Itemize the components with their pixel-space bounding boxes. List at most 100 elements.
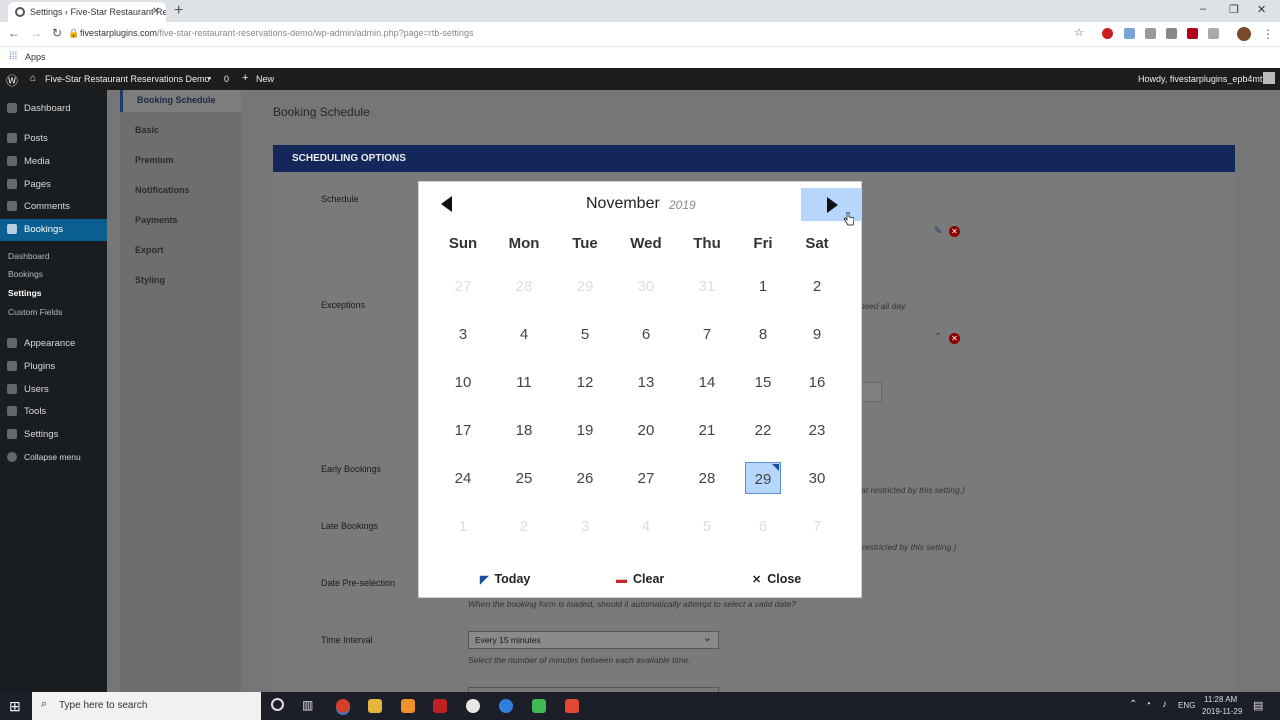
sidebar-item-pages[interactable]: Pages [0, 174, 107, 196]
network-icon[interactable]: ◔ [1145, 699, 1151, 710]
submenu-custom-fields[interactable]: Custom Fields [8, 307, 62, 317]
close-button[interactable]: ✕ Close [752, 572, 801, 586]
calendar-day[interactable]: 4 [506, 318, 542, 350]
camtasia-icon[interactable] [532, 699, 546, 713]
sidebar-item-plugins[interactable]: Plugins [0, 356, 107, 378]
slack-icon[interactable] [466, 699, 480, 713]
sublime-text-icon[interactable] [401, 699, 415, 713]
close-window-button[interactable]: ✕ [1257, 3, 1266, 16]
url-field[interactable]: fivestarplugins.com/five-star-restaurant… [80, 28, 473, 38]
time-interval-select[interactable]: Every 15 minutes [468, 631, 719, 649]
notifications-icon[interactable]: ▤ [1253, 699, 1263, 712]
forward-icon[interactable]: → [30, 26, 42, 40]
calendar-day[interactable]: 8 [745, 318, 781, 350]
extension-shield-icon[interactable] [1187, 28, 1198, 39]
tab-booking-schedule[interactable]: Booking Schedule [120, 90, 241, 112]
windows-start-icon[interactable]: ⊞ [9, 698, 21, 715]
chrome-icon[interactable] [336, 699, 350, 713]
calendar-day[interactable]: 1 [745, 270, 781, 302]
calendar-day[interactable]: 12 [567, 366, 603, 398]
tab-styling[interactable]: Styling [135, 275, 165, 285]
delete-icon[interactable]: ✕ [949, 333, 960, 344]
tray-chevron-icon[interactable]: ⌃ [1129, 699, 1137, 710]
tab-export[interactable]: Export [135, 245, 164, 255]
tab-payments[interactable]: Payments [135, 215, 178, 225]
clock-time[interactable]: 11:28 AM [1204, 695, 1237, 704]
sidebar-item-settings[interactable]: Settings [0, 424, 107, 446]
calendar-day[interactable]: 17 [445, 414, 481, 446]
howdy-user-link[interactable]: Howdy, fivestarplugins_epb4mt [1138, 74, 1262, 84]
extension-opera-icon[interactable] [1102, 28, 1113, 39]
user-avatar[interactable] [1263, 72, 1275, 84]
calendar-day[interactable]: 11 [506, 366, 542, 398]
previous-month-button[interactable] [437, 194, 457, 214]
comments-count[interactable]: 0 [224, 74, 229, 84]
today-button[interactable]: ◤ Today [480, 572, 530, 586]
time-input[interactable] [858, 382, 882, 402]
calendar-day[interactable]: 28 [689, 462, 725, 494]
profile-avatar[interactable] [1237, 27, 1251, 41]
submenu-settings[interactable]: Settings [8, 288, 42, 298]
volume-icon[interactable]: ♪ [1162, 699, 1167, 710]
calendar-day[interactable]: 15 [745, 366, 781, 398]
sidebar-item-users[interactable]: Users [0, 379, 107, 401]
delete-icon[interactable]: ✕ [949, 226, 960, 237]
calendar-day[interactable]: 20 [628, 414, 664, 446]
calendar-day[interactable]: 19 [567, 414, 603, 446]
browser-tab[interactable]: Settings ‹ Five-Star Restaurant Re ✕ [8, 2, 166, 22]
browser-menu-icon[interactable]: ⋮ [1262, 27, 1274, 41]
calendar-day[interactable]: 30 [799, 462, 835, 494]
calendar-day[interactable]: 18 [506, 414, 542, 446]
close-tab-icon[interactable]: ✕ [152, 6, 160, 17]
calendar-day[interactable]: 7 [689, 318, 725, 350]
calendar-day[interactable]: 21 [689, 414, 725, 446]
filezilla-icon[interactable] [433, 699, 447, 713]
site-name-link[interactable]: Five-Star Restaurant Reservations Demo [45, 74, 210, 84]
calendar-day[interactable]: 3 [445, 318, 481, 350]
sidebar-item-bookings[interactable]: Bookings [0, 219, 107, 241]
extension-icon[interactable] [1166, 28, 1177, 39]
collapse-menu-button[interactable]: Collapse menu [0, 447, 107, 469]
restore-button[interactable]: ❐ [1229, 3, 1239, 16]
tab-basic[interactable]: Basic [135, 125, 159, 135]
bookmark-apps[interactable]: Apps [25, 52, 46, 62]
extension-icon[interactable] [1145, 28, 1156, 39]
sidebar-item-appearance[interactable]: Appearance [0, 333, 107, 355]
clock-date[interactable]: 2019-11-29 [1202, 707, 1242, 716]
task-view-icon[interactable]: ▥ [302, 698, 313, 712]
tab-notifications[interactable]: Notifications [135, 185, 190, 195]
calendar-day[interactable]: 10 [445, 366, 481, 398]
taskbar-search-input[interactable]: ⌕ Type here to search [32, 692, 261, 720]
wordpress-logo-icon[interactable]: Ⓦ [6, 72, 18, 89]
camera-icon[interactable] [1208, 28, 1219, 39]
calendar-day[interactable]: 9 [799, 318, 835, 350]
tab-premium[interactable]: Premium [135, 155, 174, 165]
minimize-button[interactable]: – [1200, 3, 1206, 15]
calendar-day[interactable]: 25 [506, 462, 542, 494]
calendar-day[interactable]: 14 [689, 366, 725, 398]
recorder-icon[interactable] [565, 699, 579, 713]
cortana-icon[interactable] [271, 698, 284, 711]
sidebar-item-tools[interactable]: Tools [0, 401, 107, 423]
submenu-bookings[interactable]: Bookings [8, 269, 43, 279]
new-tab-button[interactable]: + [174, 2, 183, 20]
clear-button[interactable]: ▬ Clear [616, 572, 664, 586]
extension-icon[interactable] [1124, 28, 1135, 39]
back-icon[interactable]: ← [8, 26, 20, 40]
calendar-day[interactable]: 22 [745, 414, 781, 446]
sidebar-item-dashboard[interactable]: Dashboard [0, 98, 107, 120]
bookmark-star-icon[interactable]: ☆ [1074, 26, 1084, 39]
maps-icon[interactable] [499, 699, 513, 713]
calendar-day[interactable]: 6 [628, 318, 664, 350]
new-content-link[interactable]: New [256, 74, 274, 84]
language-indicator[interactable]: ENG [1178, 701, 1195, 710]
calendar-day[interactable]: 23 [799, 414, 835, 446]
sidebar-item-media[interactable]: Media [0, 151, 107, 173]
calendar-day[interactable]: 5 [567, 318, 603, 350]
calendar-day[interactable]: 13 [628, 366, 664, 398]
calendar-day[interactable]: 16 [799, 366, 835, 398]
calendar-day[interactable]: 2 [799, 270, 835, 302]
sidebar-item-posts[interactable]: Posts [0, 128, 107, 150]
calendar-day[interactable]: 29 [745, 462, 781, 494]
submenu-dashboard[interactable]: Dashboard [8, 251, 50, 261]
